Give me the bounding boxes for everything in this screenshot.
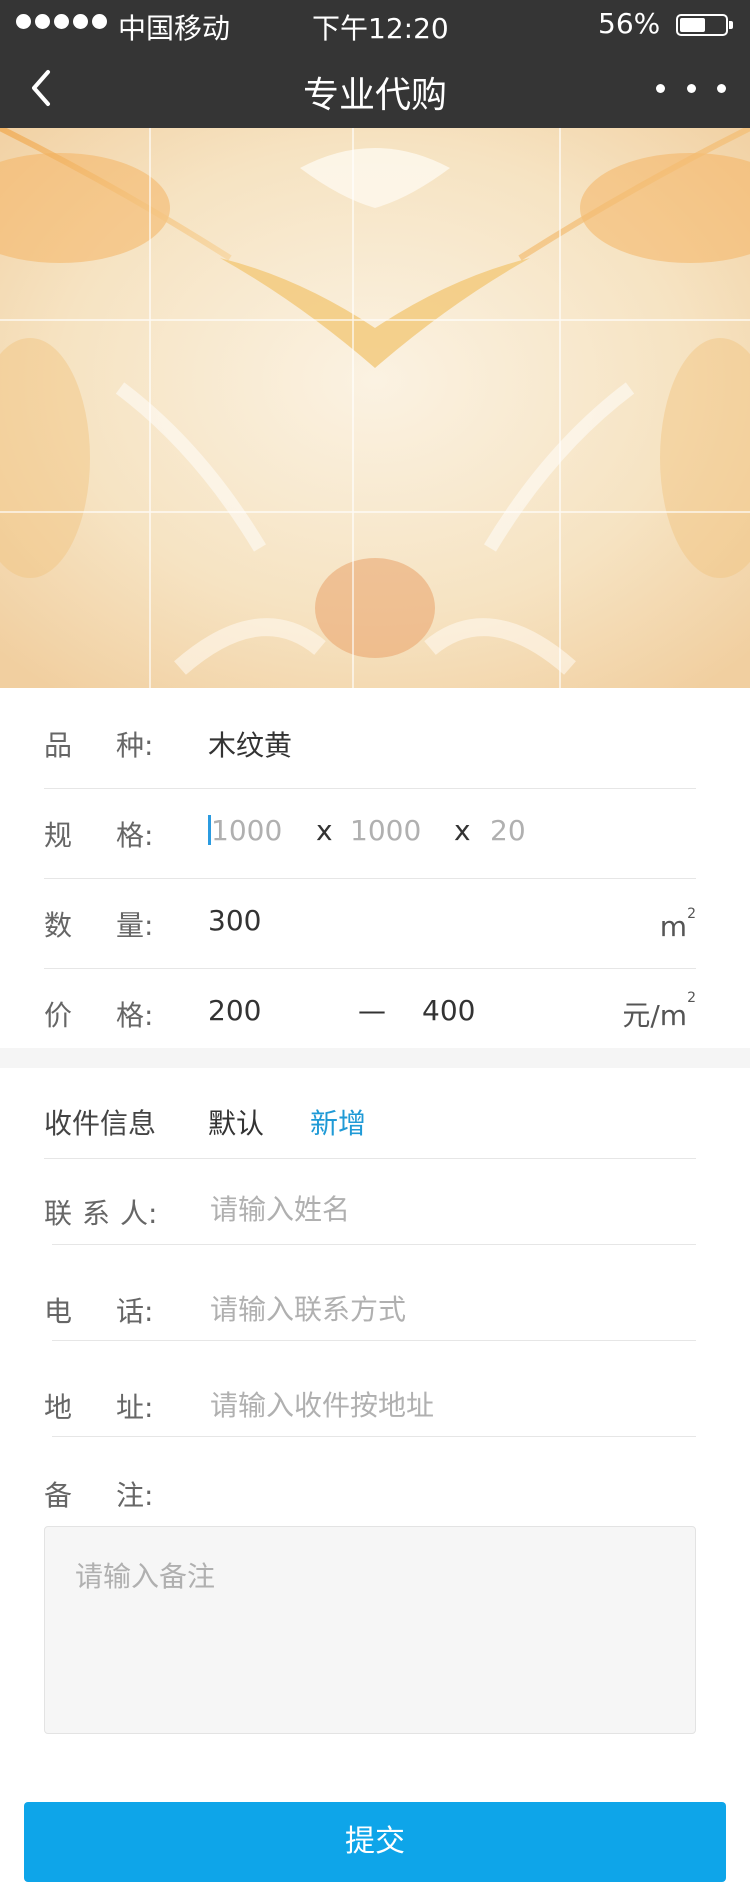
contact-row: 联系人: 请输入姓名 [44,1158,696,1245]
spec-width-input[interactable]: 1000 [350,814,421,847]
shipping-header-row: 收件信息 默认 新增 [44,1078,696,1159]
status-bar: 中国移动 下午12:20 56% [0,0,750,48]
variety-label: 品种: [44,729,154,762]
contact-name-input[interactable]: 请输入姓名 [210,1188,350,1228]
address-label: 地址: [44,1391,154,1424]
address-input[interactable]: 请输入收件按地址 [210,1384,434,1424]
battery-icon [676,14,733,36]
more-icon[interactable] [656,70,726,106]
price-unit: 元/m2 [622,990,696,1032]
spec-row: 规格: 1000 x 1000 x 20 [44,788,696,879]
spec-thickness-input[interactable]: 20 [490,814,526,847]
product-image [0,128,750,688]
quantity-row: 数量: 300 m2 [44,878,696,969]
battery-percent: 56% [598,7,661,40]
clock: 下午12:20 [312,12,449,45]
phone-input[interactable]: 请输入联系方式 [210,1288,406,1328]
remark-label: 备注: [44,1479,154,1512]
phone-label: 电话: [44,1295,154,1328]
price-row: 价格: 200 — 400 元/m2 [44,968,696,1048]
phone-row: 电话: 请输入联系方式 [44,1244,696,1341]
nav-bar: 专业代购 [0,48,750,128]
remark-placeholder: 请输入备注 [75,1560,216,1593]
price-label: 价格: [44,999,154,1032]
remark-textarea[interactable]: 请输入备注 [44,1526,696,1734]
quantity-unit: m2 [659,906,696,943]
spec-label: 规格: [44,819,154,852]
address-default-option[interactable]: 默认 [208,1102,264,1142]
price-range-dash: — [358,994,386,1027]
carrier-name: 中国移动 [118,12,231,45]
price-max-input[interactable]: 400 [422,994,475,1027]
variety-row: 品种: 木纹黄 [44,698,696,789]
submit-button[interactable]: 提交 [24,1802,726,1882]
variety-value[interactable]: 木纹黄 [208,724,292,764]
section-divider [0,1048,750,1068]
address-add-option[interactable]: 新增 [310,1102,366,1142]
remark-row: 备注: [44,1436,696,1516]
page-title: 专业代购 [302,75,447,116]
quantity-input[interactable]: 300 [208,904,261,937]
spec-separator: x [454,814,471,847]
address-row: 地址: 请输入收件按地址 [44,1340,696,1437]
contact-label: 联系人: [44,1197,158,1230]
spec-separator: x [316,814,333,847]
signal-icon [16,14,107,29]
spec-length-input[interactable]: 1000 [208,814,282,847]
quantity-label: 数量: [44,909,154,942]
shipping-title: 收件信息 [44,1107,157,1140]
price-min-input[interactable]: 200 [208,994,261,1027]
